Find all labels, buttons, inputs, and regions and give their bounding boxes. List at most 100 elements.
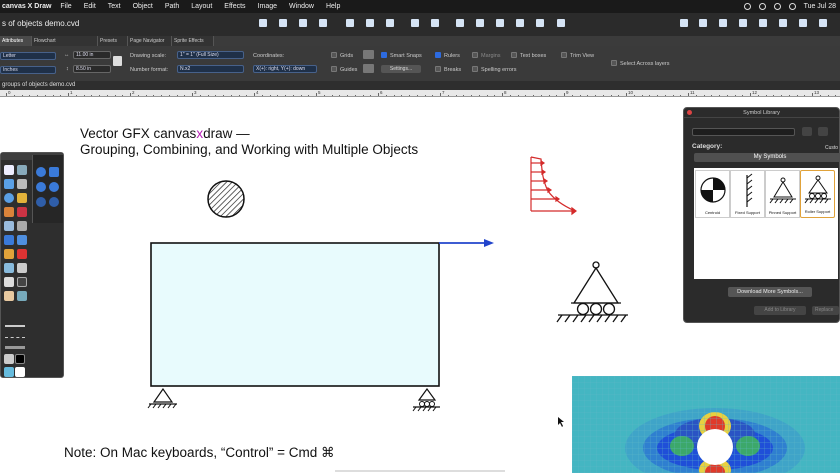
velocity-profile-shape[interactable] xyxy=(530,156,577,216)
roller-support-symbol[interactable] xyxy=(556,261,628,323)
arc-shape-icon[interactable] xyxy=(49,167,59,177)
layers-icon[interactable] xyxy=(697,17,709,29)
symbols-icon[interactable] xyxy=(737,17,749,29)
brush-tool-icon[interactable] xyxy=(4,207,14,217)
margins-checkbox[interactable] xyxy=(472,52,478,58)
tab-presets[interactable]: Presets xyxy=(98,36,128,46)
zoom-tool-icon[interactable] xyxy=(17,291,27,301)
tab-attributes[interactable]: Attributes xyxy=(0,36,32,46)
paste-icon[interactable] xyxy=(384,17,396,29)
horizontal-ruler[interactable]: 0 1 2 3 4 5 6 7 8 9 10 11 12 13 xyxy=(0,90,840,97)
zoom-icon[interactable] xyxy=(678,17,690,29)
roller-support-right[interactable] xyxy=(412,387,440,412)
rulers-checkbox[interactable] xyxy=(435,52,441,58)
number-format-select[interactable]: N.x2 xyxy=(177,65,244,73)
symbol-pinned-support[interactable]: Pinned Support xyxy=(765,170,800,218)
smart-snaps-checkbox[interactable] xyxy=(381,52,387,58)
share-icon[interactable] xyxy=(817,17,829,29)
menu-text[interactable]: Text xyxy=(108,3,121,10)
crop-tool-icon[interactable] xyxy=(4,263,14,273)
text-tool-icon[interactable] xyxy=(17,165,27,175)
pencil-tool-icon[interactable] xyxy=(17,207,27,217)
ungroup-icon[interactable] xyxy=(474,17,486,29)
gradient-tool-icon[interactable] xyxy=(17,235,27,245)
line-weight-icon[interactable] xyxy=(5,325,25,327)
selection-tool-icon[interactable] xyxy=(4,165,14,175)
hand-tool-icon[interactable] xyxy=(4,291,14,301)
no-fill-swatch[interactable] xyxy=(15,367,25,377)
tab-sprite-effects[interactable]: Sprite Effects xyxy=(172,36,214,46)
print-icon[interactable] xyxy=(317,17,329,29)
menu-window[interactable]: Window xyxy=(289,3,314,10)
text-styles-icon[interactable] xyxy=(757,17,769,29)
cut-icon[interactable] xyxy=(344,17,356,29)
chord-shape-icon[interactable] xyxy=(49,182,59,192)
align-icon[interactable] xyxy=(534,17,546,29)
text-boxes-checkbox[interactable] xyxy=(511,52,517,58)
fill-color-swatch[interactable] xyxy=(15,354,25,364)
brush-icon[interactable] xyxy=(797,17,809,29)
wifi-icon[interactable] xyxy=(758,3,766,10)
spelling-checkbox[interactable] xyxy=(472,66,478,72)
pen-tool-icon[interactable] xyxy=(17,193,27,203)
search-icon[interactable] xyxy=(788,3,796,10)
delete-symbol-icon[interactable] xyxy=(818,127,828,136)
distribute-icon[interactable] xyxy=(555,17,567,29)
line-tool-icon[interactable] xyxy=(17,179,27,189)
replace-button[interactable]: Replace xyxy=(812,306,839,315)
tab-flowchart[interactable]: Flowchart xyxy=(32,36,98,46)
transform-tool-icon[interactable] xyxy=(17,277,27,287)
pie-shape-icon[interactable] xyxy=(36,182,46,192)
group-icon[interactable] xyxy=(454,17,466,29)
download-symbols-button[interactable]: Download More Symbols... xyxy=(728,287,812,297)
app-menu[interactable]: canvas X Draw xyxy=(2,3,51,10)
breaks-checkbox[interactable] xyxy=(435,66,441,72)
menu-image[interactable]: Image xyxy=(258,3,277,10)
beam-rectangle[interactable] xyxy=(150,242,440,387)
copy-icon[interactable] xyxy=(364,17,376,29)
battery-icon[interactable] xyxy=(773,3,781,10)
undo-icon[interactable] xyxy=(409,17,421,29)
arrowheads-icon[interactable] xyxy=(5,346,25,349)
menu-path[interactable]: Path xyxy=(165,3,179,10)
menu-layout[interactable]: Layout xyxy=(191,3,212,10)
select-across-checkbox[interactable] xyxy=(611,60,617,66)
line-style-icon[interactable] xyxy=(5,337,25,338)
menu-help[interactable]: Help xyxy=(326,3,340,10)
trim-view-checkbox[interactable] xyxy=(561,52,567,58)
status-icon[interactable] xyxy=(743,3,751,10)
drawing-scale-select[interactable]: 1" = 1" (Full Size) xyxy=(177,51,244,59)
pinned-support-left[interactable] xyxy=(147,387,177,409)
document-tab[interactable]: groups of objects demo.cvd xyxy=(2,82,75,88)
menu-edit[interactable]: Edit xyxy=(84,3,96,10)
fill-tool-icon[interactable] xyxy=(4,235,14,245)
lasso-tool-icon[interactable] xyxy=(17,263,27,273)
ellipse-tool-icon[interactable] xyxy=(4,193,14,203)
new-doc-icon[interactable] xyxy=(257,17,269,29)
menu-object[interactable]: Object xyxy=(133,3,153,10)
symbol-centroid[interactable]: Centroid xyxy=(695,170,730,218)
height-field[interactable]: 8.50 in xyxy=(73,65,111,73)
swap-colors-icon[interactable] xyxy=(4,367,14,377)
redo-icon[interactable] xyxy=(429,17,441,29)
hatched-circle-shape[interactable] xyxy=(207,180,245,218)
library-menu-icon[interactable] xyxy=(802,127,812,136)
symbol-search-field[interactable] xyxy=(692,128,795,136)
width-field[interactable]: 11.00 in xyxy=(73,51,111,59)
smudge-tool-icon[interactable] xyxy=(4,249,14,259)
segment-shape-icon[interactable] xyxy=(49,197,59,207)
stress-contour-image[interactable] xyxy=(572,376,840,473)
ring-shape-icon[interactable] xyxy=(36,197,46,207)
open-doc-icon[interactable] xyxy=(277,17,289,29)
colors-icon[interactable] xyxy=(717,17,729,29)
paper-size-select[interactable]: Letter xyxy=(0,52,56,60)
page-orientation-icon[interactable] xyxy=(113,56,122,66)
bring-front-icon[interactable] xyxy=(494,17,506,29)
clone-tool-icon[interactable] xyxy=(4,277,14,287)
rectangle-tool-icon[interactable] xyxy=(4,179,14,189)
pen-color-icon[interactable] xyxy=(4,354,14,364)
menu-effects[interactable]: Effects xyxy=(224,3,245,10)
settings-button[interactable]: Settings... xyxy=(381,65,421,73)
eyedropper-tool-icon[interactable] xyxy=(4,221,14,231)
grid-settings-icon[interactable] xyxy=(363,50,374,59)
